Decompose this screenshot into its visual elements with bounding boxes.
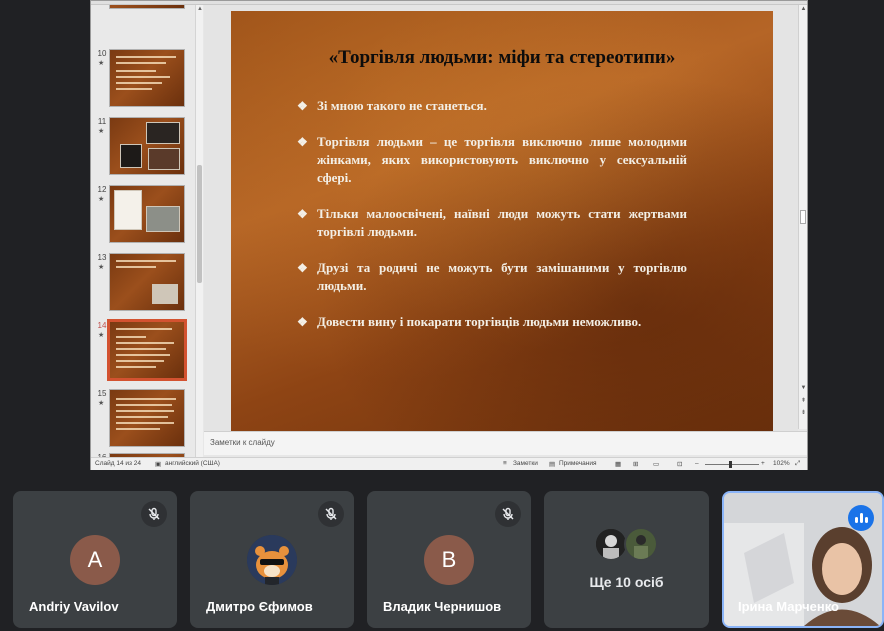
slide-title: «Торгівля людьми: міфи та стереотипи» <box>328 47 676 68</box>
bullet-item: ❖ Торгівля людьми – це торгівля виключно … <box>297 133 687 187</box>
mic-off-icon <box>318 501 344 527</box>
more-participants-label: Ще 10 осіб <box>589 574 664 590</box>
comments-icon: ▤ <box>549 461 556 468</box>
mic-off-icon <box>495 501 521 527</box>
participant-tile[interactable]: В Владик Чернишов <box>367 491 531 628</box>
avatar: A <box>70 535 120 585</box>
bullet-item: ❖ Зі мною такого не станеться. <box>297 97 687 115</box>
mic-off-icon <box>141 501 167 527</box>
scroll-down-icon[interactable]: ▼ <box>799 385 808 391</box>
thumbnail-scrollbar[interactable]: ▲ <box>195 5 203 457</box>
bullet-text: Тільки малоосвічені, наївні люди можуть … <box>317 206 687 239</box>
previous-slide-icon[interactable]: ⇞ <box>799 397 808 404</box>
current-slide: «Торгівля людьми: міфи та стереотипи» ❖ З… <box>231 11 773 431</box>
thumbnail-number: 13 <box>97 253 107 262</box>
thumbnail-number: 11 <box>97 117 107 126</box>
zoom-in-button[interactable]: + <box>761 460 765 467</box>
language-indicator[interactable]: английский (США) <box>165 460 220 467</box>
more-participants-tile[interactable]: Ще 10 осіб <box>544 491 709 628</box>
next-slide-icon[interactable]: ⇟ <box>799 409 808 416</box>
star-icon: ★ <box>98 60 105 67</box>
bullet-list: ❖ Зі мною такого не станеться. ❖ Торгівля … <box>297 97 687 349</box>
star-icon: ★ <box>98 128 105 135</box>
zoom-level[interactable]: 102% <box>773 460 790 467</box>
star-icon: ★ <box>98 400 105 407</box>
notes-icon: ≡ <box>503 460 507 467</box>
status-bar: Слайд 14 из 24 ▣ английский (США) ≡ Заме… <box>91 457 807 470</box>
thumbnail-number: 15 <box>97 389 107 398</box>
bullet-text: Довести вину і покарати торгівців людьми… <box>317 314 642 329</box>
diamond-bullet-icon: ❖ <box>297 315 308 329</box>
bullet-text: Торгівля людьми – це торгівля виключно л… <box>317 134 687 185</box>
scrollbar-thumb[interactable] <box>800 210 806 224</box>
diamond-bullet-icon: ❖ <box>297 207 308 221</box>
thumbnail-preview <box>109 185 185 243</box>
participant-name: Владик Чернишов <box>383 599 502 614</box>
slide-thumbnail-9[interactable] <box>95 5 199 13</box>
fit-to-window-icon[interactable]: ⤢ <box>795 460 800 468</box>
star-icon: ★ <box>98 332 105 339</box>
normal-view-icon[interactable]: ▦ <box>615 460 621 468</box>
slide-thumbnail-15[interactable]: 15 ★ <box>95 389 199 451</box>
slide-sorter-icon[interactable]: ⊞ <box>633 460 638 468</box>
scrollbar-thumb[interactable] <box>197 165 202 283</box>
spellcheck-icon[interactable]: ▣ <box>155 460 161 468</box>
notes-button[interactable]: Заметки <box>513 460 538 467</box>
participant-name: Дмитро Єфимов <box>206 599 313 614</box>
slide-thumbnail-10[interactable]: 10 ★ <box>95 49 199 111</box>
avatar: В <box>424 535 474 585</box>
scroll-up-icon[interactable]: ▲ <box>799 6 808 12</box>
reading-view-icon[interactable]: ▭ <box>653 460 659 468</box>
star-icon: ★ <box>98 264 105 271</box>
thumbnail-preview <box>109 389 185 447</box>
bullet-text: Друзі та родичі не можуть бути замішаним… <box>317 260 687 293</box>
bullet-text: Зі мною такого не станеться. <box>317 98 487 113</box>
thumbnail-preview <box>109 253 185 311</box>
thumbnail-preview <box>109 117 185 175</box>
slide-thumbnail-13[interactable]: 13 ★ <box>95 253 199 315</box>
participant-tile[interactable]: A Andriy Vavilov <box>13 491 177 628</box>
diamond-bullet-icon: ❖ <box>297 261 308 275</box>
bullet-item: ❖ Тільки малоосвічені, наївні люди можуть… <box>297 205 687 241</box>
star-icon: ★ <box>98 196 105 203</box>
mini-avatar <box>624 527 658 561</box>
notes-pane[interactable]: Заметки к слайду <box>204 431 807 455</box>
slide-scrollbar[interactable]: ▲ ▼ ⇞ ⇟ <box>798 5 807 429</box>
slideshow-icon[interactable]: ⊡ <box>677 460 682 468</box>
zoom-slider-knob[interactable] <box>729 461 732 468</box>
hamster-avatar-icon <box>247 535 297 585</box>
thumbnail-preview-selected <box>107 319 187 381</box>
slide-counter: Слайд 14 из 24 <box>95 460 142 467</box>
participant-video-tile[interactable]: Ірина Марченко <box>722 491 884 628</box>
thumbnail-preview <box>109 49 185 107</box>
thumbnail-number: 12 <box>97 185 107 194</box>
thumbnail-number: 10 <box>97 49 107 58</box>
bullet-item: ❖ Друзі та родичі не можуть бути замішани… <box>297 259 687 295</box>
slide-thumbnail-12[interactable]: 12 ★ <box>95 185 199 247</box>
slide-editor[interactable]: «Торгівля людьми: міфи та стереотипи» ❖ З… <box>204 5 798 431</box>
speaking-indicator-icon <box>848 505 874 531</box>
scroll-up-icon[interactable]: ▲ <box>196 6 204 12</box>
participant-name: Ірина Марченко <box>738 599 839 614</box>
thumbnail-number: 14 <box>97 321 107 330</box>
zoom-slider[interactable] <box>705 464 759 465</box>
mini-avatar <box>594 527 628 561</box>
slide-thumbnail-14[interactable]: 14 ★ <box>95 319 199 383</box>
comments-button[interactable]: Примечания <box>559 460 597 467</box>
participant-name: Andriy Vavilov <box>29 599 119 614</box>
notes-placeholder: Заметки к слайду <box>210 438 275 447</box>
thumbnail-preview <box>109 5 185 9</box>
slide-thumbnail-panel[interactable]: 10 ★ 11 ★ 12 ★ 13 ★ 14 ★ 15 ★ <box>91 5 203 457</box>
diamond-bullet-icon: ❖ <box>297 135 308 149</box>
zoom-out-button[interactable]: – <box>695 460 699 467</box>
bullet-item: ❖ Довести вину і покарати торгівців людьм… <box>297 313 687 331</box>
slide-thumbnail-11[interactable]: 11 ★ <box>95 117 199 179</box>
shared-screen: 10 ★ 11 ★ 12 ★ 13 ★ 14 ★ 15 ★ ▲ «Торгівл… <box>90 0 808 470</box>
participant-tile[interactable]: Дмитро Єфимов <box>190 491 354 628</box>
diamond-bullet-icon: ❖ <box>297 99 308 113</box>
